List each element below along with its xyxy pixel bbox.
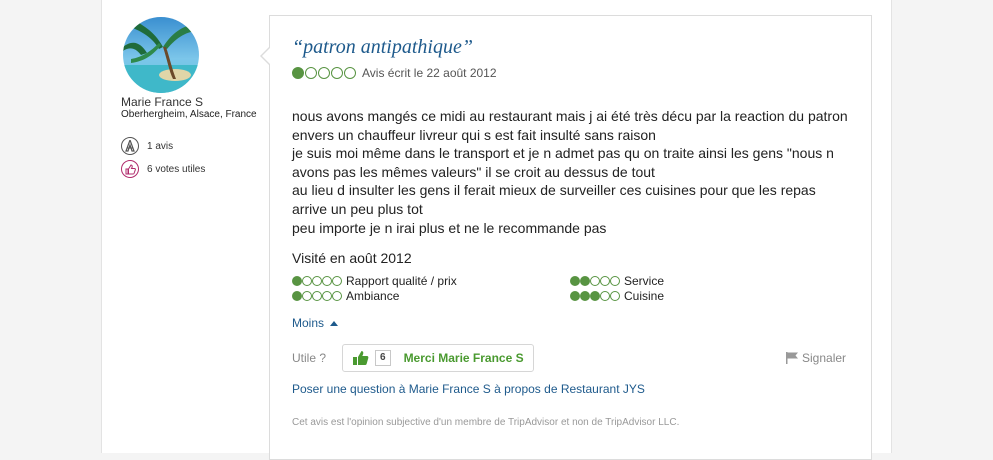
reviews-badge-label: 1 avis <box>147 140 174 152</box>
subrating-label: Cuisine <box>624 289 665 303</box>
rating-bubbles <box>292 67 357 79</box>
flag-icon <box>786 352 799 364</box>
report-button[interactable]: Signaler <box>786 351 846 365</box>
caret-up-icon <box>330 320 339 326</box>
rating-bubble-empty <box>332 291 342 301</box>
review-line: je suis moi même dans le transport et je… <box>292 145 834 162</box>
subrating-value: Rapport qualité / prix <box>292 274 457 288</box>
pencil-icon <box>121 137 139 155</box>
subrating-service: Service <box>570 274 664 288</box>
rating-bubble-filled <box>580 276 590 286</box>
review-title[interactable]: “patron antipathique” <box>292 36 473 59</box>
rating-bubble-empty <box>312 276 322 286</box>
rating-bubble-empty <box>318 67 330 79</box>
thumbs-up-icon <box>353 350 369 366</box>
rating-bubble-empty <box>302 276 312 286</box>
disclaimer: Cet avis est l'opinion subjective d'un m… <box>292 417 680 428</box>
rating-bubble-empty <box>610 291 620 301</box>
subrating-cuisine: Cuisine <box>570 289 664 303</box>
visited-date: Visité en août 2012 <box>292 250 412 266</box>
subrating-bubbles <box>570 276 620 286</box>
thanks-label: Merci Marie France S <box>403 351 524 365</box>
member-location: Oberhergheim, Alsace, France <box>121 109 257 120</box>
less-toggle[interactable]: Moins <box>292 316 339 330</box>
ask-question-link[interactable]: Poser une question à Marie France S à pr… <box>292 382 645 396</box>
subrating-bubbles <box>292 276 342 286</box>
rating-bubble-empty <box>322 276 332 286</box>
rating-bubble-filled <box>292 67 304 79</box>
review-line: arrive un peu plus tot <box>292 200 423 217</box>
rating-bubble-filled <box>590 291 600 301</box>
rating-bubble-empty <box>322 291 332 301</box>
rating-bubble-filled <box>570 276 580 286</box>
rating-bubble-filled <box>570 291 580 301</box>
rating-bubble-empty <box>312 291 322 301</box>
review-page: Marie France S Oberhergheim, Alsace, Fra… <box>101 0 892 460</box>
rating-bubble-empty <box>305 67 317 79</box>
rating-bubble-empty <box>331 67 343 79</box>
subrating-label: Service <box>624 274 665 288</box>
subrating-ambiance: Ambiance <box>292 289 399 303</box>
helpful-votes-label: 6 votes utiles <box>147 163 206 175</box>
helpful-label: Utile ? <box>292 351 327 365</box>
helpful-votes-badge[interactable]: 6 votes utiles <box>121 159 205 179</box>
review-line: nous avons mangés ce midi au restaurant … <box>292 108 848 124</box>
subrating-label: Ambiance <box>346 289 400 303</box>
rating-bubble-filled <box>292 291 302 301</box>
rating-bubble-filled <box>292 276 302 286</box>
review-line: peu importe je n irai plus et ne le reco… <box>292 219 607 236</box>
review-card: “patron antipathique” Avis écrit le 22 a… <box>260 15 872 460</box>
review-line: avons pas les mêmes valeurs" il se croit… <box>292 163 655 180</box>
less-label: Moins <box>292 316 325 330</box>
subrating-bubbles <box>570 291 620 301</box>
report-label: Signaler <box>802 351 847 365</box>
thanks-button[interactable]: 6 Merci Marie France S <box>342 344 534 372</box>
rating-bubble-empty <box>332 276 342 286</box>
rating-bubble-filled <box>580 291 590 301</box>
rating-bubble-empty <box>610 276 620 286</box>
review-date: Avis écrit le 22 août 2012 <box>362 66 497 80</box>
rating-bubble-empty <box>590 276 600 286</box>
rating-bubble-empty <box>302 291 312 301</box>
rating-bubble-empty <box>344 67 356 79</box>
review-rating-row: Avis écrit le 22 août 2012 <box>292 66 497 80</box>
member-name[interactable]: Marie France S <box>121 95 203 109</box>
review-body: nous avons mangés ce midi au restaurant … <box>292 107 862 237</box>
thumbs-up-icon <box>121 160 139 178</box>
rating-bubble-empty <box>600 276 610 286</box>
subrating-bubbles <box>292 291 342 301</box>
avatar[interactable] <box>123 17 199 93</box>
reviews-badge[interactable]: 1 avis <box>121 136 173 156</box>
thanks-count: 6 <box>375 350 391 366</box>
rating-bubble-empty <box>600 291 610 301</box>
review-line: au lieu d insulter les gens il ferait mi… <box>292 182 816 199</box>
review-line: envers un chauffeur livreur qui s est fa… <box>292 126 656 143</box>
subrating-label: Rapport qualité / prix <box>346 274 457 288</box>
